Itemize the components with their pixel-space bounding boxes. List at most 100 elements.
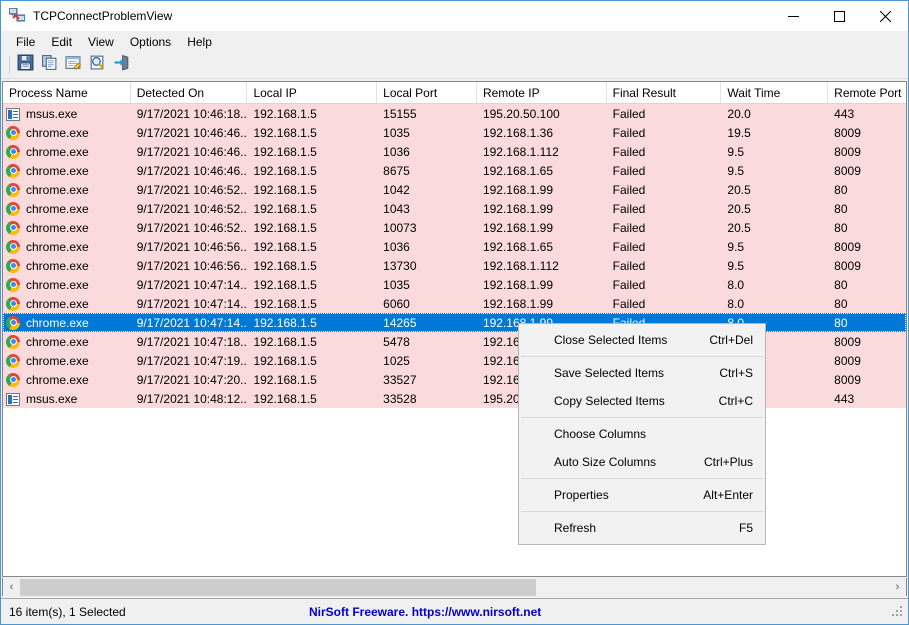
- table-row[interactable]: chrome.exe 9/17/2021 10:47:14... 192.168.1…: [3, 294, 906, 313]
- column-header-local-port[interactable]: Local Port: [377, 82, 477, 103]
- process-name-label: chrome.exe: [26, 144, 89, 159]
- table-row[interactable]: chrome.exe 9/17/2021 10:46:46... 192.168.1…: [3, 142, 906, 161]
- table-row[interactable]: chrome.exe 9/17/2021 10:46:46... 192.168.1…: [3, 123, 906, 142]
- table-body: msus.exe 9/17/2021 10:46:18... 192.168.1.5…: [3, 104, 906, 408]
- cell-local-port: 13730: [383, 258, 417, 273]
- cell-process-name: chrome.exe: [3, 258, 131, 274]
- cell-wait-time: 20.0: [727, 106, 751, 121]
- context-menu-item-save-selected-items[interactable]: Save Selected Items Ctrl+S: [519, 359, 765, 387]
- cell-local-port: 1042: [383, 182, 410, 197]
- cell-process-name: chrome.exe: [3, 239, 131, 255]
- table-row[interactable]: chrome.exe 9/17/2021 10:46:46... 192.168.1…: [3, 161, 906, 180]
- context-menu-item-shortcut: F5: [738, 521, 753, 535]
- scrollbar-track[interactable]: [20, 578, 889, 596]
- cell-local-ip: 192.168.1.5: [253, 220, 317, 235]
- context-menu-item-copy-selected-items[interactable]: Copy Selected Items Ctrl+C: [519, 387, 765, 415]
- cell-process-name: chrome.exe: [3, 220, 131, 236]
- maximize-button[interactable]: [816, 1, 862, 31]
- table-row[interactable]: chrome.exe 9/17/2021 10:46:56... 192.168.1…: [3, 237, 906, 256]
- cell-wait-time: 9.5: [727, 239, 745, 254]
- context-menu-item-properties[interactable]: Properties Alt+Enter: [519, 481, 765, 509]
- cell-final-result: Failed: [612, 182, 646, 197]
- table-row[interactable]: chrome.exe 9/17/2021 10:47:20... 192.168.1…: [3, 370, 906, 389]
- scroll-right-arrow[interactable]: ›: [889, 578, 906, 596]
- context-menu-item-label: Refresh: [554, 521, 597, 535]
- table-row[interactable]: chrome.exe 9/17/2021 10:46:52... 192.168.1…: [3, 199, 906, 218]
- column-header-process-name[interactable]: Process Name: [3, 82, 131, 103]
- table-row[interactable]: chrome.exe 9/17/2021 10:46:56... 192.168.1…: [3, 256, 906, 275]
- cell-local-ip: 192.168.1.5: [253, 391, 317, 406]
- context-menu-item-refresh[interactable]: Refresh F5: [519, 514, 765, 542]
- cell-remote-port: 8009: [834, 144, 861, 159]
- resize-grip-icon[interactable]: [891, 605, 905, 619]
- cell-process-name: chrome.exe: [3, 163, 131, 179]
- menu-options[interactable]: Options: [122, 33, 179, 51]
- save-button[interactable]: [14, 54, 37, 76]
- chrome-icon: [6, 258, 22, 274]
- table-row[interactable]: msus.exe 9/17/2021 10:46:18... 192.168.1.5…: [3, 104, 906, 123]
- cell-final-result: Failed: [612, 239, 646, 254]
- cell-detected-on: 9/17/2021 10:46:56...: [136, 239, 248, 254]
- properties-button[interactable]: [62, 54, 85, 76]
- cell-remote-port: 8009: [834, 258, 861, 273]
- connections-list[interactable]: Process Name Detected On Local IP Local …: [2, 81, 907, 577]
- cell-local-port: 1035: [383, 125, 410, 140]
- cell-detected-on: 9/17/2021 10:46:52...: [136, 182, 248, 197]
- cell-remote-port: 443: [834, 106, 855, 121]
- scroll-left-arrow[interactable]: ‹: [3, 578, 20, 596]
- column-header-local-ip[interactable]: Local IP: [247, 82, 378, 103]
- context-menu-item-choose-columns[interactable]: Choose Columns: [519, 420, 765, 448]
- context-menu[interactable]: Close Selected Items Ctrl+Del Save Selecte…: [518, 323, 766, 545]
- column-header-final-result[interactable]: Final Result: [607, 82, 722, 103]
- column-header-detected-on[interactable]: Detected On: [131, 82, 248, 103]
- save-icon: [17, 54, 34, 76]
- context-menu-item-close-selected-items[interactable]: Close Selected Items Ctrl+Del: [519, 326, 765, 354]
- cell-remote-ip: 195.20.50.100: [482, 106, 560, 121]
- context-menu-item-auto-size-columns[interactable]: Auto Size Columns Ctrl+Plus: [519, 448, 765, 476]
- column-header-remote-ip[interactable]: Remote IP: [477, 82, 607, 103]
- close-button[interactable]: [862, 1, 908, 31]
- copy-button[interactable]: [38, 54, 61, 76]
- horizontal-scrollbar[interactable]: ‹ ›: [2, 578, 907, 596]
- cell-remote-ip: 192.168.1.112: [482, 144, 559, 159]
- process-name-label: chrome.exe: [26, 163, 89, 178]
- menu-file[interactable]: File: [8, 33, 43, 51]
- cell-process-name: msus.exe: [3, 106, 131, 122]
- process-name-label: chrome.exe: [26, 296, 89, 311]
- cell-local-port: 5478: [383, 334, 410, 349]
- cell-wait-time: 20.5: [727, 182, 751, 197]
- chrome-icon: [6, 239, 22, 255]
- find-button[interactable]: [86, 54, 109, 76]
- process-name-label: chrome.exe: [26, 258, 89, 273]
- table-row[interactable]: chrome.exe 9/17/2021 10:46:52... 192.168.1…: [3, 180, 906, 199]
- cell-local-ip: 192.168.1.5: [253, 277, 317, 292]
- network-connection-icon: [8, 7, 26, 24]
- cell-local-port: 1036: [383, 144, 410, 159]
- cell-local-port: 1035: [383, 277, 410, 292]
- table-row[interactable]: chrome.exe 9/17/2021 10:47:19... 192.168.1…: [3, 351, 906, 370]
- cell-local-ip: 192.168.1.5: [253, 296, 317, 311]
- minimize-button[interactable]: [770, 1, 816, 31]
- column-header-wait-time[interactable]: Wait Time: [721, 82, 829, 103]
- table-row[interactable]: chrome.exe 9/17/2021 10:47:14... 192.168.1…: [3, 275, 906, 294]
- cell-local-ip: 192.168.1.5: [253, 163, 317, 178]
- exit-button[interactable]: [110, 54, 133, 76]
- menu-edit[interactable]: Edit: [43, 33, 80, 51]
- menu-help[interactable]: Help: [179, 33, 220, 51]
- table-row[interactable]: chrome.exe 9/17/2021 10:46:52... 192.168.1…: [3, 218, 906, 237]
- cell-remote-port: 80: [834, 182, 848, 197]
- find-icon: [89, 54, 106, 76]
- cell-local-port: 33527: [383, 372, 417, 387]
- scrollbar-thumb[interactable]: [20, 578, 536, 596]
- cell-detected-on: 9/17/2021 10:47:18...: [136, 334, 248, 349]
- cell-detected-on: 9/17/2021 10:47:14...: [136, 277, 248, 292]
- table-row[interactable]: msus.exe 9/17/2021 10:48:12... 192.168.1.5…: [3, 389, 906, 408]
- cell-remote-ip: 192.168.1.99: [482, 201, 554, 216]
- column-header-remote-port[interactable]: Remote Port: [828, 82, 906, 103]
- cell-remote-ip: 192.168.1.99: [482, 220, 554, 235]
- table-row[interactable]: chrome.exe 9/17/2021 10:47:14... 192.168.1…: [3, 313, 906, 332]
- menu-view[interactable]: View: [80, 33, 122, 51]
- table-row[interactable]: chrome.exe 9/17/2021 10:47:18... 192.168.1…: [3, 332, 906, 351]
- cell-local-port: 6060: [383, 296, 410, 311]
- status-nirsoft-link[interactable]: NirSoft Freeware. https://www.nirsoft.ne…: [301, 600, 891, 624]
